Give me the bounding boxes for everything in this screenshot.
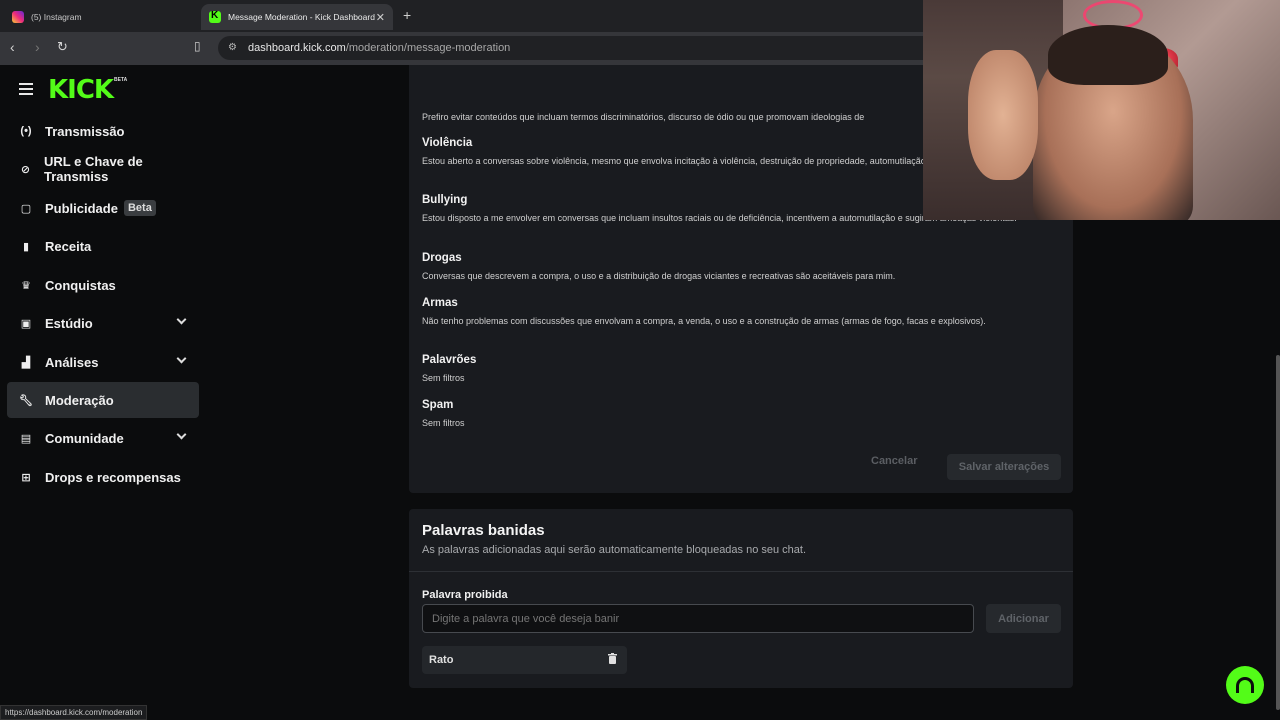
section-description: Sem filtros bbox=[422, 418, 465, 428]
webcam-person-hand bbox=[968, 50, 1038, 180]
sidebar-item-estudio[interactable]: ▣ Estúdio bbox=[7, 305, 199, 341]
banned-word-chip: Rato bbox=[422, 646, 627, 674]
instagram-icon bbox=[12, 11, 24, 23]
webcam-person-hair bbox=[1048, 25, 1168, 85]
link-icon: ⊘ bbox=[20, 163, 31, 176]
sidebar: KICK BETA (•) Transmissão ⊘ URL e Chave … bbox=[0, 65, 210, 720]
save-changes-button[interactable]: Salvar alterações bbox=[947, 454, 1061, 480]
status-bar-url: https://dashboard.kick.com/moderation bbox=[0, 705, 148, 720]
url-path: /moderation/message-moderation bbox=[345, 42, 511, 54]
section-title: Palavras banidas bbox=[422, 522, 545, 539]
gift-icon: ⊞ bbox=[21, 471, 31, 484]
sidebar-item-label: Publicidade bbox=[45, 200, 118, 216]
sidebar-item-publicidade[interactable]: ▢ Publicidade Beta bbox=[7, 190, 199, 226]
chevron-down-icon[interactable] bbox=[176, 429, 187, 440]
new-tab-icon[interactable]: + bbox=[403, 7, 411, 23]
sidebar-item-transmissao[interactable]: (•) Transmissão bbox=[7, 113, 199, 149]
wrench-icon: 🔧︎ bbox=[19, 394, 33, 407]
reload-icon[interactable]: ↻ bbox=[57, 39, 68, 55]
chevron-down-icon[interactable] bbox=[176, 314, 187, 325]
kick-icon bbox=[209, 10, 221, 23]
sidebar-item-comunidade[interactable]: ▤ Comunidade bbox=[7, 420, 199, 456]
sidebar-item-receita[interactable]: ▮ Receita bbox=[7, 228, 199, 264]
trash-icon[interactable] bbox=[608, 653, 617, 664]
section-title: Drogas bbox=[422, 252, 462, 264]
sidebar-item-analises[interactable]: ▟ Análises bbox=[7, 344, 199, 380]
section-description: Conversas que descrevem a compra, o uso … bbox=[422, 271, 896, 281]
sidebar-item-label: Moderação bbox=[45, 392, 114, 408]
kick-logo[interactable]: KICK bbox=[48, 75, 114, 105]
sidebar-item-label: Drops e recompensas bbox=[45, 469, 181, 485]
tab-kick-dashboard[interactable]: Message Moderation - Kick Dashboard ✕ bbox=[201, 4, 393, 30]
bookmark-icon[interactable]: ▯ bbox=[194, 39, 201, 53]
cancel-button[interactable]: Cancelar bbox=[871, 455, 917, 467]
section-description: Não tenho problemas com discussões que e… bbox=[422, 316, 986, 326]
sidebar-item-label: Análises bbox=[45, 354, 99, 370]
section-armas: Armas Não tenho problemas com discussões… bbox=[422, 297, 1052, 328]
sidebar-item-label: Transmissão bbox=[45, 123, 125, 139]
sidebar-item-conquistas[interactable]: ♛ Conquistas bbox=[7, 267, 199, 303]
beta-badge: Beta bbox=[123, 200, 156, 216]
chevron-down-icon[interactable] bbox=[176, 353, 187, 364]
headset-icon bbox=[1236, 677, 1254, 693]
banned-words-card: Palavras banidas As palavras adicionadas… bbox=[409, 509, 1073, 688]
tab-instagram[interactable]: (5) Instagram bbox=[4, 4, 199, 30]
community-icon: ▤ bbox=[20, 432, 32, 445]
trophy-icon: ♛ bbox=[21, 279, 31, 292]
sidebar-item-label: Conquistas bbox=[45, 277, 116, 293]
site-settings-icon[interactable]: ⚙ bbox=[228, 42, 237, 53]
section-subtitle: As palavras adicionadas aqui serão autom… bbox=[422, 544, 807, 556]
url-domain: dashboard.kick.com bbox=[248, 42, 346, 54]
sidebar-item-moderacao[interactable]: 🔧︎ Moderação bbox=[7, 382, 199, 418]
address-bar[interactable]: ⚙ dashboard.kick.com/moderation/message-… bbox=[218, 36, 978, 60]
sidebar-item-label: Comunidade bbox=[45, 430, 124, 446]
banned-word-input[interactable] bbox=[422, 604, 974, 633]
field-label: Palavra proibida bbox=[422, 589, 508, 601]
tab-title: (5) Instagram bbox=[31, 12, 82, 22]
sidebar-item-label: Estúdio bbox=[45, 315, 93, 331]
close-icon[interactable]: ✕ bbox=[376, 11, 385, 24]
section-palavroes: Palavrões Sem filtros bbox=[422, 354, 1052, 385]
forward-icon[interactable]: › bbox=[35, 39, 40, 55]
webcam-overlay bbox=[923, 0, 1280, 220]
revenue-icon: ▮ bbox=[22, 240, 30, 253]
support-chat-button[interactable] bbox=[1226, 666, 1264, 704]
page-scrollbar[interactable] bbox=[1276, 355, 1280, 710]
sidebar-item-label: Receita bbox=[45, 238, 92, 254]
divider bbox=[409, 571, 1073, 572]
section-drogas: Drogas Conversas que descrevem a compra,… bbox=[422, 252, 1052, 283]
logo-beta-badge: BETA bbox=[114, 77, 128, 83]
studio-icon: ▣ bbox=[20, 317, 32, 330]
back-icon[interactable]: ‹ bbox=[10, 39, 15, 55]
section-description: Sem filtros bbox=[422, 373, 465, 383]
section-title: Spam bbox=[422, 399, 454, 411]
tab-title: Message Moderation - Kick Dashboard bbox=[228, 12, 375, 22]
sidebar-item-url-chave[interactable]: ⊘ URL e Chave de Transmiss bbox=[7, 151, 199, 187]
hamburger-menu-icon[interactable] bbox=[19, 83, 33, 95]
chart-icon: ▟ bbox=[21, 356, 31, 369]
ad-icon: ▢ bbox=[20, 202, 32, 215]
sidebar-item-label: URL e Chave de Transmiss bbox=[44, 154, 143, 184]
section-title: Palavrões bbox=[422, 354, 477, 366]
banned-word-text: Rato bbox=[429, 654, 454, 666]
broadcast-icon: (•) bbox=[20, 125, 32, 137]
add-button[interactable]: Adicionar bbox=[986, 604, 1061, 633]
section-title: Armas bbox=[422, 297, 458, 309]
section-spam: Spam Sem filtros bbox=[422, 399, 1052, 430]
sidebar-item-drops[interactable]: ⊞ Drops e recompensas bbox=[7, 459, 199, 495]
